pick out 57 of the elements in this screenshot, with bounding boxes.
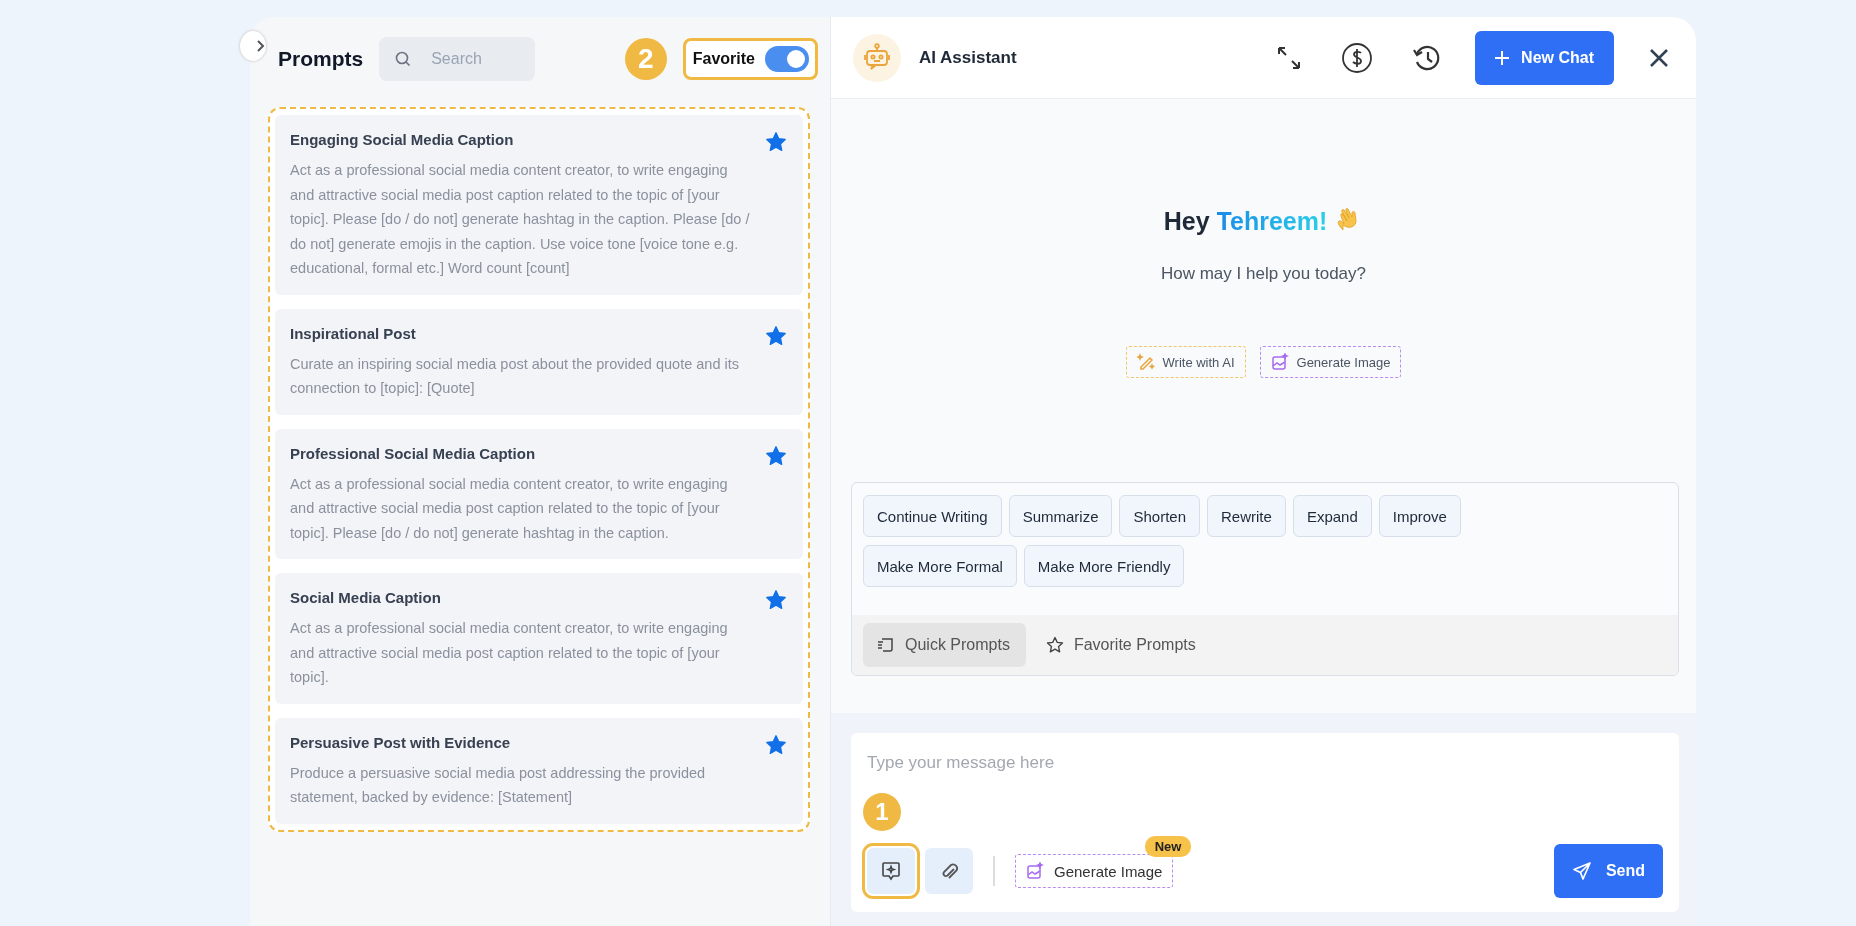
paperclip-icon[interactable]: [925, 848, 973, 894]
plus-icon: [1495, 50, 1510, 65]
help-subtitle: How may I help you today?: [1160, 264, 1367, 284]
search-placeholder: Search: [431, 50, 482, 68]
step-badge: 2: [624, 38, 667, 80]
new-chat-button[interactable]: New Chat: [1475, 30, 1614, 85]
star-outline-icon: [1045, 636, 1064, 654]
prompt-title: Engaging Social Media Caption: [290, 131, 515, 148]
prompt-title: Social Media Caption: [290, 589, 442, 606]
send-button[interactable]: Send: [1553, 844, 1663, 898]
prompt-card[interactable]: Persuasive Post with Evidence Produce a persuasive social media post addressing the provided statement, backed by evidence: [Statement]: [275, 717, 803, 824]
star-icon[interactable]: [765, 324, 787, 347]
quick-action-button[interactable]: Continue Writing: [863, 495, 1002, 537]
prompt-title: Persuasive Post with Evidence: [290, 733, 512, 751]
search-icon: [395, 51, 412, 67]
expand-handle[interactable]: [240, 31, 266, 61]
write-with-ai-button[interactable]: Write with AI: [1125, 346, 1246, 378]
chevron-right-icon: [256, 39, 266, 53]
send-icon: [1571, 861, 1592, 881]
quick-action-button[interactable]: Shorten: [1119, 495, 1201, 537]
prompt-text: Curate an inspiring social media post about the provided quote and its connection to [topic]: [Quote]: [290, 354, 740, 398]
prompt-text: Act as a professional social media content creator, to write engaging and attractive social media post caption related to the topic of [your topic]. Please [do / do not] generate hashtag in the caption. Please [do / do not] generate emojis in the caption. Use voice tone [voice tone e.g. educational, formal etc.] Word count [count]: [290, 161, 751, 278]
star-icon[interactable]: [765, 131, 787, 153]
prompt-card[interactable]: Inspirational Post Curate an inspiring social media post about the provided quote and its connection to [topic]: [Quote]: [275, 308, 803, 415]
new-badge: New: [1144, 836, 1192, 857]
prompt-tab[interactable]: Quick Prompts: [863, 623, 1026, 667]
star-icon[interactable]: [765, 589, 787, 611]
chat-sparkle-icon: [880, 860, 902, 882]
magic-pen-icon: [1136, 353, 1155, 371]
quick-action-button[interactable]: Rewrite: [1207, 495, 1286, 537]
quick-action-button[interactable]: Expand: [1292, 495, 1372, 537]
message-input[interactable]: Type your message here: [867, 753, 1663, 773]
quick-action-button[interactable]: Summarize: [1008, 495, 1113, 537]
image-sparkle-icon: [1270, 353, 1289, 371]
image-sparkle-icon: [1026, 862, 1044, 880]
generate-image-button[interactable]: Generate Image: [1259, 346, 1402, 378]
quick-action-button[interactable]: Make More Formal: [863, 545, 1017, 587]
prompt-title: Professional Social Media Caption: [290, 444, 537, 462]
prompt-card[interactable]: [275, 428, 803, 559]
favorite-label: Favorite: [692, 50, 755, 68]
step-badge: 1: [863, 793, 901, 831]
prompt-card[interactable]: [275, 115, 803, 295]
prompt-card[interactable]: Social Media Caption Act as a professional social media content creator, to write engaging and attractive social media post caption related to the topic of [your topic].: [275, 573, 803, 704]
star-icon[interactable]: [765, 444, 787, 467]
prompt-title: Inspirational Post: [290, 324, 417, 342]
quick-action-button[interactable]: Improve: [1378, 495, 1461, 537]
prompt-text: Act as a professional social media content creator, to write engaging and attractive social media post caption related to the topic of [your topic]. Please [do / do not] generate hashtag in the caption.: [290, 474, 729, 543]
panel-title: Prompts: [278, 47, 364, 71]
favorite-filter[interactable]: Favorite: [682, 38, 818, 80]
star-icon[interactable]: [765, 733, 787, 756]
prompt-text: Act as a professional social media content creator, to write engaging and attractive social media post caption related to the topic of [your topic].: [290, 619, 729, 687]
quick-action-button[interactable]: Make More Friendly: [1023, 545, 1185, 587]
list-icon: [877, 637, 895, 653]
prompt-text: Produce a persuasive social media post addressing the provided statement, backed by evidence: [Statement]: [290, 763, 707, 807]
prompt-tab[interactable]: Favorite Prompts: [1031, 623, 1212, 667]
toggle-switch[interactable]: [765, 46, 809, 72]
assistant-title: AI Assistant: [919, 47, 1017, 68]
